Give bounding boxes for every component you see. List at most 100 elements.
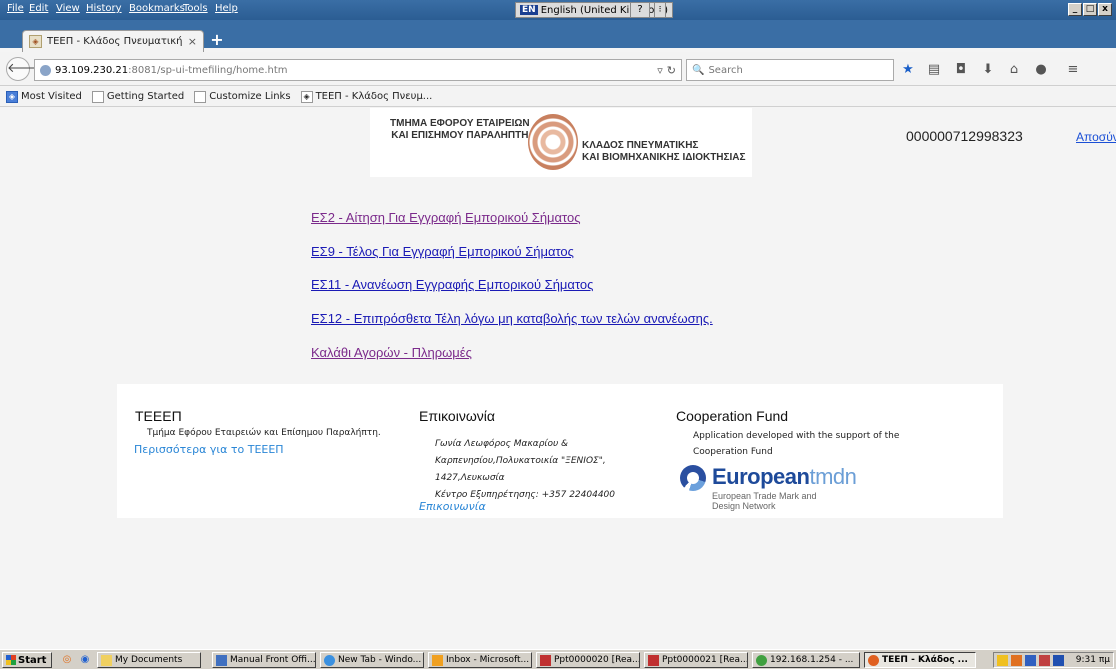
link-es12[interactable]: ΕΣ12 - Επιπρόσθετα Τέλη λόγω μη καταβολή…: [311, 311, 713, 326]
taskbar-item[interactable]: Ppt0000020 [Rea...: [536, 652, 640, 668]
hamburger-menu-icon[interactable]: ≡: [1064, 61, 1082, 79]
navigation-bar: 🡐 93.109.230.21 :8081/sp-ui-tmefiling/ho…: [0, 52, 1116, 86]
tab-close-icon[interactable]: ×: [188, 35, 197, 48]
branch-name: ΚΛΑΔΟΣ ΠΝΕΥΜΑΤΙΚΗΣ ΚΑΙ ΒΙΟΜΗΧΑΝΙΚΗΣ ΙΔΙΟ…: [582, 140, 746, 164]
language-options-icon[interactable]: ⁝: [654, 2, 666, 18]
account-number: 000000712998323: [906, 128, 1023, 144]
branch-name-line1: ΚΛΑΔΟΣ ΠΝΕΥΜΑΤΙΚΗΣ: [582, 140, 699, 151]
folder-icon: [101, 654, 112, 666]
taskbar-item[interactable]: My Documents: [97, 652, 201, 668]
coop-text-line1: Application developed with the support o…: [693, 431, 900, 441]
bookmark-label: Customize Links: [209, 91, 291, 102]
footer-contact-heading: Επικοινωνία: [419, 408, 495, 424]
back-button[interactable]: 🡐: [6, 57, 42, 81]
pdf-icon: [540, 654, 551, 666]
browser-quicklaunch-icon[interactable]: ◉: [78, 653, 92, 667]
footer-more-link[interactable]: Περισσότερα για το ΤΕΕΕΠ: [134, 443, 284, 456]
menu-tools[interactable]: Tools: [183, 3, 208, 14]
contact-line: Γωνία Λεωφόρος Μακαρίου &: [435, 439, 569, 449]
outlook-quicklaunch-icon[interactable]: ◎: [60, 653, 74, 667]
tray-outlook-icon[interactable]: [1011, 654, 1022, 666]
menu-bookmarks[interactable]: Bookmarks: [129, 3, 185, 14]
contact-line: 1427,Λευκωσία: [435, 473, 505, 483]
tab-teep[interactable]: ◈ ΤΕΕΠ - Κλάδος Πνευματικής Ι... ×: [22, 30, 204, 52]
link-es2[interactable]: ΕΣ2 - Αίτηση Για Εγγραφή Εμπορικού Σήματ…: [311, 210, 581, 225]
footer-contact-link[interactable]: Επικοινωνία: [419, 500, 486, 513]
page-content: ΤΜΗΜΑ ΕΦΟΡΟΥ ΕΤΑΙΡΕΙΩΝ ΚΑΙ ΕΠΙΣΗΜΟΥ ΠΑΡΑ…: [0, 108, 1116, 622]
system-tray: 9:31 πμ: [993, 652, 1114, 668]
bookmark-getting-started[interactable]: Getting Started: [91, 90, 185, 103]
tray-sync-icon[interactable]: [1053, 654, 1064, 666]
word-doc-icon: [216, 654, 227, 666]
org-name-line2: ΚΑΙ ΕΠΙΣΗΜΟΥ ΠΑΡΑΛΗΠΤΗ: [391, 130, 529, 141]
bookmark-label: ΤΕΕΠ - Κλάδος Πνευμ...: [315, 91, 433, 102]
menu-bar: File Edit View History Bookmarks Tools H…: [0, 0, 1116, 20]
tray-network-icon[interactable]: [1025, 654, 1036, 666]
reading-list-icon[interactable]: ▤: [925, 61, 943, 79]
footer-about-text: Τμήμα Εφόρου Εταιρειών και Επίσημου Παρα…: [147, 428, 381, 438]
language-help-button[interactable]: ?: [630, 2, 650, 18]
org-name: ΤΜΗΜΑ ΕΦΟΡΟΥ ΕΤΑΙΡΕΙΩΝ ΚΑΙ ΕΠΙΣΗΜΟΥ ΠΑΡΑ…: [390, 118, 530, 142]
tmdn-ring-icon: [680, 465, 706, 491]
site-favicon-icon: ◈: [29, 35, 42, 48]
bookmark-star-icon[interactable]: ★: [899, 61, 917, 79]
url-host: 93.109.230.21: [55, 64, 129, 76]
taskbar-item[interactable]: Ppt0000021 [Rea...: [644, 652, 748, 668]
link-es9[interactable]: ΕΣ9 - Τέλος Για Εγγραφή Εμπορικού Σήματο…: [311, 244, 574, 259]
footer-contact-address: Γωνία Λεωφόρος Μακαρίου & Καρπενησίου,Πο…: [435, 436, 615, 504]
minimize-button[interactable]: _: [1068, 3, 1082, 16]
menu-file[interactable]: File: [7, 3, 24, 14]
search-icon: 🔍: [692, 64, 705, 76]
bookmark-most-visited[interactable]: ◈ Most Visited: [6, 90, 82, 103]
footer-about-heading: ΤΕΕΕΠ: [135, 408, 182, 424]
tmdn-subtitle: European Trade Mark and Design Network: [712, 491, 817, 511]
european-tmdn-logo[interactable]: Europeantmdn European Trade Mark and Des…: [676, 462, 857, 518]
search-placeholder: Search: [708, 64, 743, 76]
url-path: :8081/sp-ui-tmefiling/home.htm: [128, 64, 288, 76]
taskbar-item[interactable]: Manual Front Offi...: [212, 652, 316, 668]
taskbar-item[interactable]: 192.168.1.254 - ...: [752, 652, 860, 668]
dropdown-arrow-icon[interactable]: ▿: [657, 64, 663, 77]
ie-icon: [324, 654, 335, 666]
taskbar-item[interactable]: Inbox - Microsoft...: [428, 652, 532, 668]
clock: 9:31 πμ: [1075, 655, 1110, 665]
outlook-icon: [432, 654, 443, 666]
start-button[interactable]: Start: [2, 652, 52, 668]
menu-view[interactable]: View: [56, 3, 80, 14]
most-visited-icon: ◈: [6, 90, 18, 103]
pocket-icon[interactable]: ◘: [952, 61, 970, 79]
logout-link[interactable]: Αποσύνδεση: [1076, 130, 1116, 144]
coop-text-line2: Cooperation Fund: [693, 447, 773, 457]
maximize-button[interactable]: □: [1083, 3, 1097, 16]
search-input[interactable]: 🔍 Search: [686, 59, 894, 81]
emblem-logo: [528, 114, 578, 170]
bookmark-label: Getting Started: [106, 91, 185, 102]
site-favicon-icon: ◈: [300, 90, 313, 103]
footer-coop-text: Application developed with the support o…: [693, 428, 899, 460]
bookmark-customize-links[interactable]: Customize Links: [194, 90, 291, 103]
new-tab-button[interactable]: +: [208, 31, 226, 49]
link-es11[interactable]: ΕΣ11 - Ανανέωση Εγγραφής Εμπορικού Σήματ…: [311, 277, 593, 292]
tmdn-wordmark: Europeantmdn: [712, 464, 857, 489]
taskbar-item[interactable]: New Tab - Windo...: [320, 652, 424, 668]
bookmark-teep[interactable]: ◈ ΤΕΕΠ - Κλάδος Πνευμ...: [300, 90, 433, 103]
org-name-line1: ΤΜΗΜΑ ΕΦΟΡΟΥ ΕΤΑΙΡΕΙΩΝ: [390, 118, 530, 129]
home-icon[interactable]: ⌂: [1005, 61, 1023, 79]
menu-help[interactable]: Help: [215, 3, 238, 14]
firefox-icon: [868, 654, 879, 666]
address-bar[interactable]: 93.109.230.21 :8081/sp-ui-tmefiling/home…: [34, 59, 682, 81]
footer: ΤΕΕΕΠ Τμήμα Εφόρου Εταιρειών και Επίσημο…: [117, 384, 1003, 518]
menu-history[interactable]: History: [86, 3, 122, 14]
footer-coop-heading: Cooperation Fund: [676, 408, 789, 424]
chat-icon[interactable]: ●: [1032, 61, 1050, 79]
taskbar-item-active[interactable]: ΤΕΕΠ - Κλάδος ...: [864, 652, 976, 668]
bookmarks-toolbar: ◈ Most Visited Getting Started Customize…: [0, 87, 1116, 107]
start-label: Start: [18, 654, 47, 666]
link-shopping-cart[interactable]: Καλάθι Αγορών - Πληρωμές: [311, 345, 472, 360]
reload-icon[interactable]: ↻: [667, 64, 676, 77]
tray-security-icon[interactable]: [1039, 654, 1050, 666]
menu-edit[interactable]: Edit: [29, 3, 48, 14]
downloads-icon[interactable]: ⬇: [979, 61, 997, 79]
close-window-button[interactable]: x: [1098, 3, 1112, 16]
tray-app-icon[interactable]: [997, 654, 1008, 666]
